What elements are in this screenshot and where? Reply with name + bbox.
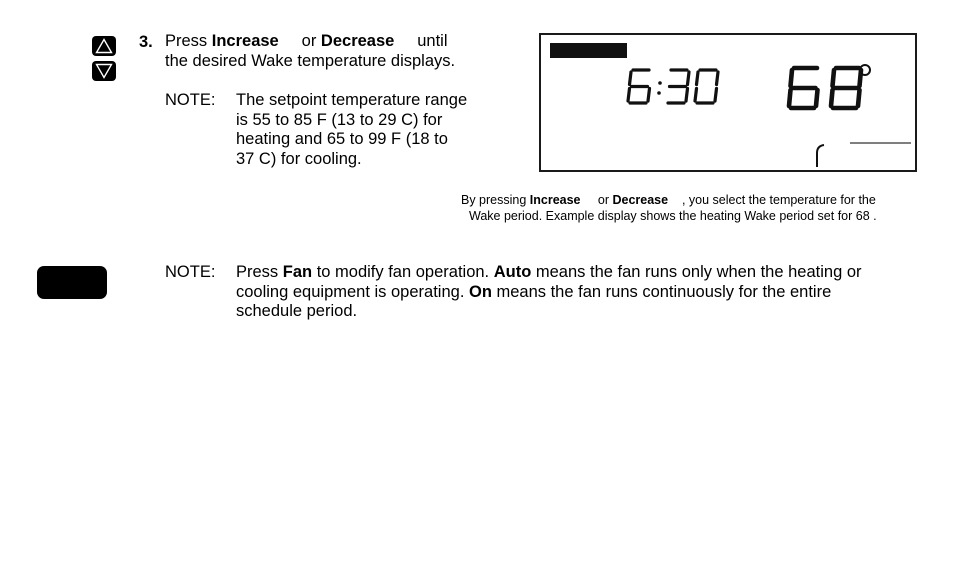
lcd-segment [694, 70, 700, 87]
thermostat-display [539, 33, 917, 172]
time-readout [626, 68, 720, 105]
note-text-line: is 55 to 85 F (13 to 29 C) for [236, 111, 443, 129]
on-label: On [468, 283, 492, 301]
decrease-label: Decrease [612, 193, 669, 207]
lcd-segment [626, 86, 632, 103]
lcd-segment [788, 67, 795, 89]
lcd-segment [714, 70, 720, 87]
lcd-segment [828, 87, 835, 109]
note-text-line: The setpoint temperature range [236, 91, 468, 109]
lcd-segment [627, 70, 633, 87]
note-label: NOTE: [165, 91, 216, 109]
triangle-down-icon [95, 63, 113, 79]
note-text-line: heating and 65 to 99 F (18 to [236, 130, 448, 148]
note2-line2: cooling equipment is operating. On means… [236, 283, 831, 303]
caption-text: or [580, 193, 613, 207]
lcd-segment [685, 70, 691, 87]
lcd-segment [813, 87, 820, 109]
note2-line3: schedule period. [236, 302, 358, 320]
step-text: until [394, 32, 448, 50]
note-text: Press [236, 263, 283, 281]
caption-line1: By pressing Increase or Decrease , you s… [461, 192, 876, 208]
increase-label: Increase [211, 32, 279, 50]
lcd-colon [657, 91, 661, 95]
note-text: means the fan runs only when the heating… [531, 263, 862, 281]
note-text: cooling equipment is operating. [236, 283, 469, 301]
fan-indicator-icon [816, 144, 825, 167]
lcd-segment [693, 86, 699, 103]
auto-label: Auto [493, 263, 532, 281]
step-instruction-line2: the desired Wake temperature displays. [165, 52, 456, 70]
note-label: NOTE: [165, 263, 216, 281]
note2-line1: Press Fan to modify fan operation. Auto … [236, 263, 862, 283]
caption-text: , you select the temperature for the [668, 193, 876, 207]
lcd-segment [713, 86, 719, 103]
lcd-segment [786, 87, 793, 109]
increase-button[interactable] [92, 36, 116, 56]
caption-text: By pressing [461, 193, 530, 207]
lcd-colon [658, 81, 662, 85]
decrease-label: Decrease [320, 32, 395, 50]
step-text: or [278, 32, 321, 50]
step-instruction-line1: Press Increase or Decrease until [165, 32, 448, 52]
lcd-segment [646, 86, 652, 103]
step-number: 3. [139, 33, 153, 51]
decrease-button[interactable] [92, 61, 116, 81]
lcd-segment [684, 86, 690, 103]
fan-button[interactable] [37, 266, 107, 299]
triangle-up-icon [95, 38, 113, 54]
note-text: to modify fan operation. [312, 263, 494, 281]
lcd-segment [830, 67, 837, 89]
increase-label: Increase [529, 193, 581, 207]
caption-line2: Wake period. Example display shows the h… [469, 209, 877, 223]
note-text: means the fan runs continuously for the … [491, 283, 832, 301]
lcd-segments [626, 64, 911, 167]
step-text: Press [165, 32, 212, 50]
lcd-segment [855, 87, 862, 109]
fan-label: Fan [282, 263, 313, 281]
temperature-readout [786, 65, 864, 111]
note-text-line: 37 C) for cooling. [236, 150, 362, 168]
